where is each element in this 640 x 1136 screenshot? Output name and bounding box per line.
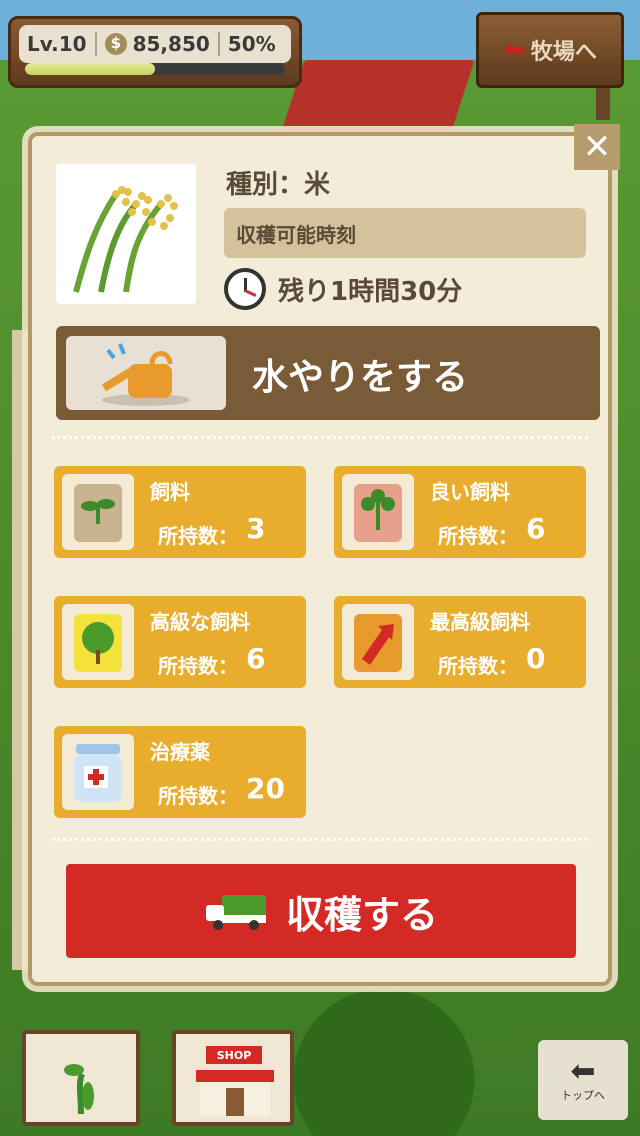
remaining-time-text: 残り1時間30分 xyxy=(278,276,463,307)
tree-bag-icon xyxy=(62,604,134,680)
top-button[interactable]: ⬅ トップへ xyxy=(538,1040,628,1120)
status-bar: Lv.10 85,850 50% xyxy=(19,25,291,63)
water-button[interactable]: 水やりをする xyxy=(56,326,600,420)
arrow-left-icon: ⬅ xyxy=(570,1054,596,1089)
xp-bar-fill xyxy=(25,63,155,75)
item-card-feed[interactable]: 飼料 所持数： 3 xyxy=(54,466,306,558)
item-count-label: 所持数： xyxy=(158,784,238,808)
arrow-left-icon: ⬅ xyxy=(503,35,525,65)
money-bag-icon xyxy=(104,33,127,55)
harvest-button-label: 収穫する xyxy=(285,892,438,937)
item-name: 治療薬 xyxy=(150,740,210,764)
item-name: 良い飼料 xyxy=(430,480,510,504)
harvest-time-label: 収穫可能時刻 xyxy=(224,208,586,258)
sprout-icon xyxy=(64,1064,94,1115)
item-count-label: 所持数： xyxy=(158,654,238,678)
item-count: 0 xyxy=(526,642,546,675)
item-name: 高級な飼料 xyxy=(150,610,250,634)
xp-bar xyxy=(25,63,285,75)
money-value: 85,850 xyxy=(132,32,210,56)
watering-can-icon xyxy=(101,343,190,406)
item-count-label: 所持数： xyxy=(438,524,518,548)
rice-crop-image xyxy=(56,164,196,304)
medicine-jar-icon xyxy=(62,734,134,810)
seed-menu-button[interactable] xyxy=(22,1030,140,1126)
ranch-button-label: 牧場へ xyxy=(530,40,597,65)
item-card-premium-feed[interactable]: 高級な飼料 所持数： 6 xyxy=(54,596,306,688)
shop-button[interactable]: SHOP xyxy=(172,1030,294,1126)
shop-icon xyxy=(196,1070,274,1116)
item-name: 飼料 xyxy=(150,480,190,504)
water-button-label: 水やりをする xyxy=(252,357,469,398)
item-count: 6 xyxy=(246,642,266,675)
money-display: 85,850 xyxy=(97,32,220,56)
item-count-label: 所持数： xyxy=(438,654,518,678)
ranch-button[interactable]: ⬅ 牧場へ xyxy=(476,12,624,88)
item-count: 20 xyxy=(246,772,285,805)
item-card-medicine[interactable]: 治療薬 所持数： 20 xyxy=(54,726,306,818)
plant-bag-icon xyxy=(342,474,414,550)
close-button[interactable]: ✕ xyxy=(574,124,620,170)
item-count: 6 xyxy=(526,512,546,545)
truck-icon xyxy=(204,891,268,931)
item-name: 最高級飼料 xyxy=(430,610,530,634)
arrow-bag-icon xyxy=(342,604,414,680)
close-icon: ✕ xyxy=(582,127,612,167)
percent-text: 50% xyxy=(227,32,276,56)
item-card-top-feed[interactable]: 最高級飼料 所持数： 0 xyxy=(334,596,586,688)
level-text: Lv.10 xyxy=(19,32,97,56)
watering-can-icon-box xyxy=(66,336,226,410)
divider xyxy=(52,838,588,841)
item-count-label: 所持数： xyxy=(158,524,238,548)
seedling-bag-icon xyxy=(62,474,134,550)
remaining-time: 残り1時間30分 xyxy=(224,266,462,312)
top-button-label: トップへ xyxy=(561,1089,605,1102)
status-panel: Lv.10 85,850 50% xyxy=(8,16,302,88)
crop-type-label: 種別：米 xyxy=(226,170,331,200)
item-count: 3 xyxy=(246,512,266,545)
item-card-good-feed[interactable]: 良い飼料 所持数： 6 xyxy=(334,466,586,558)
harvest-button[interactable]: 収穫する xyxy=(66,864,576,958)
rice-plant-icon xyxy=(73,186,178,293)
clock-icon xyxy=(224,268,266,310)
divider xyxy=(52,436,588,439)
shop-label: SHOP xyxy=(206,1046,262,1064)
